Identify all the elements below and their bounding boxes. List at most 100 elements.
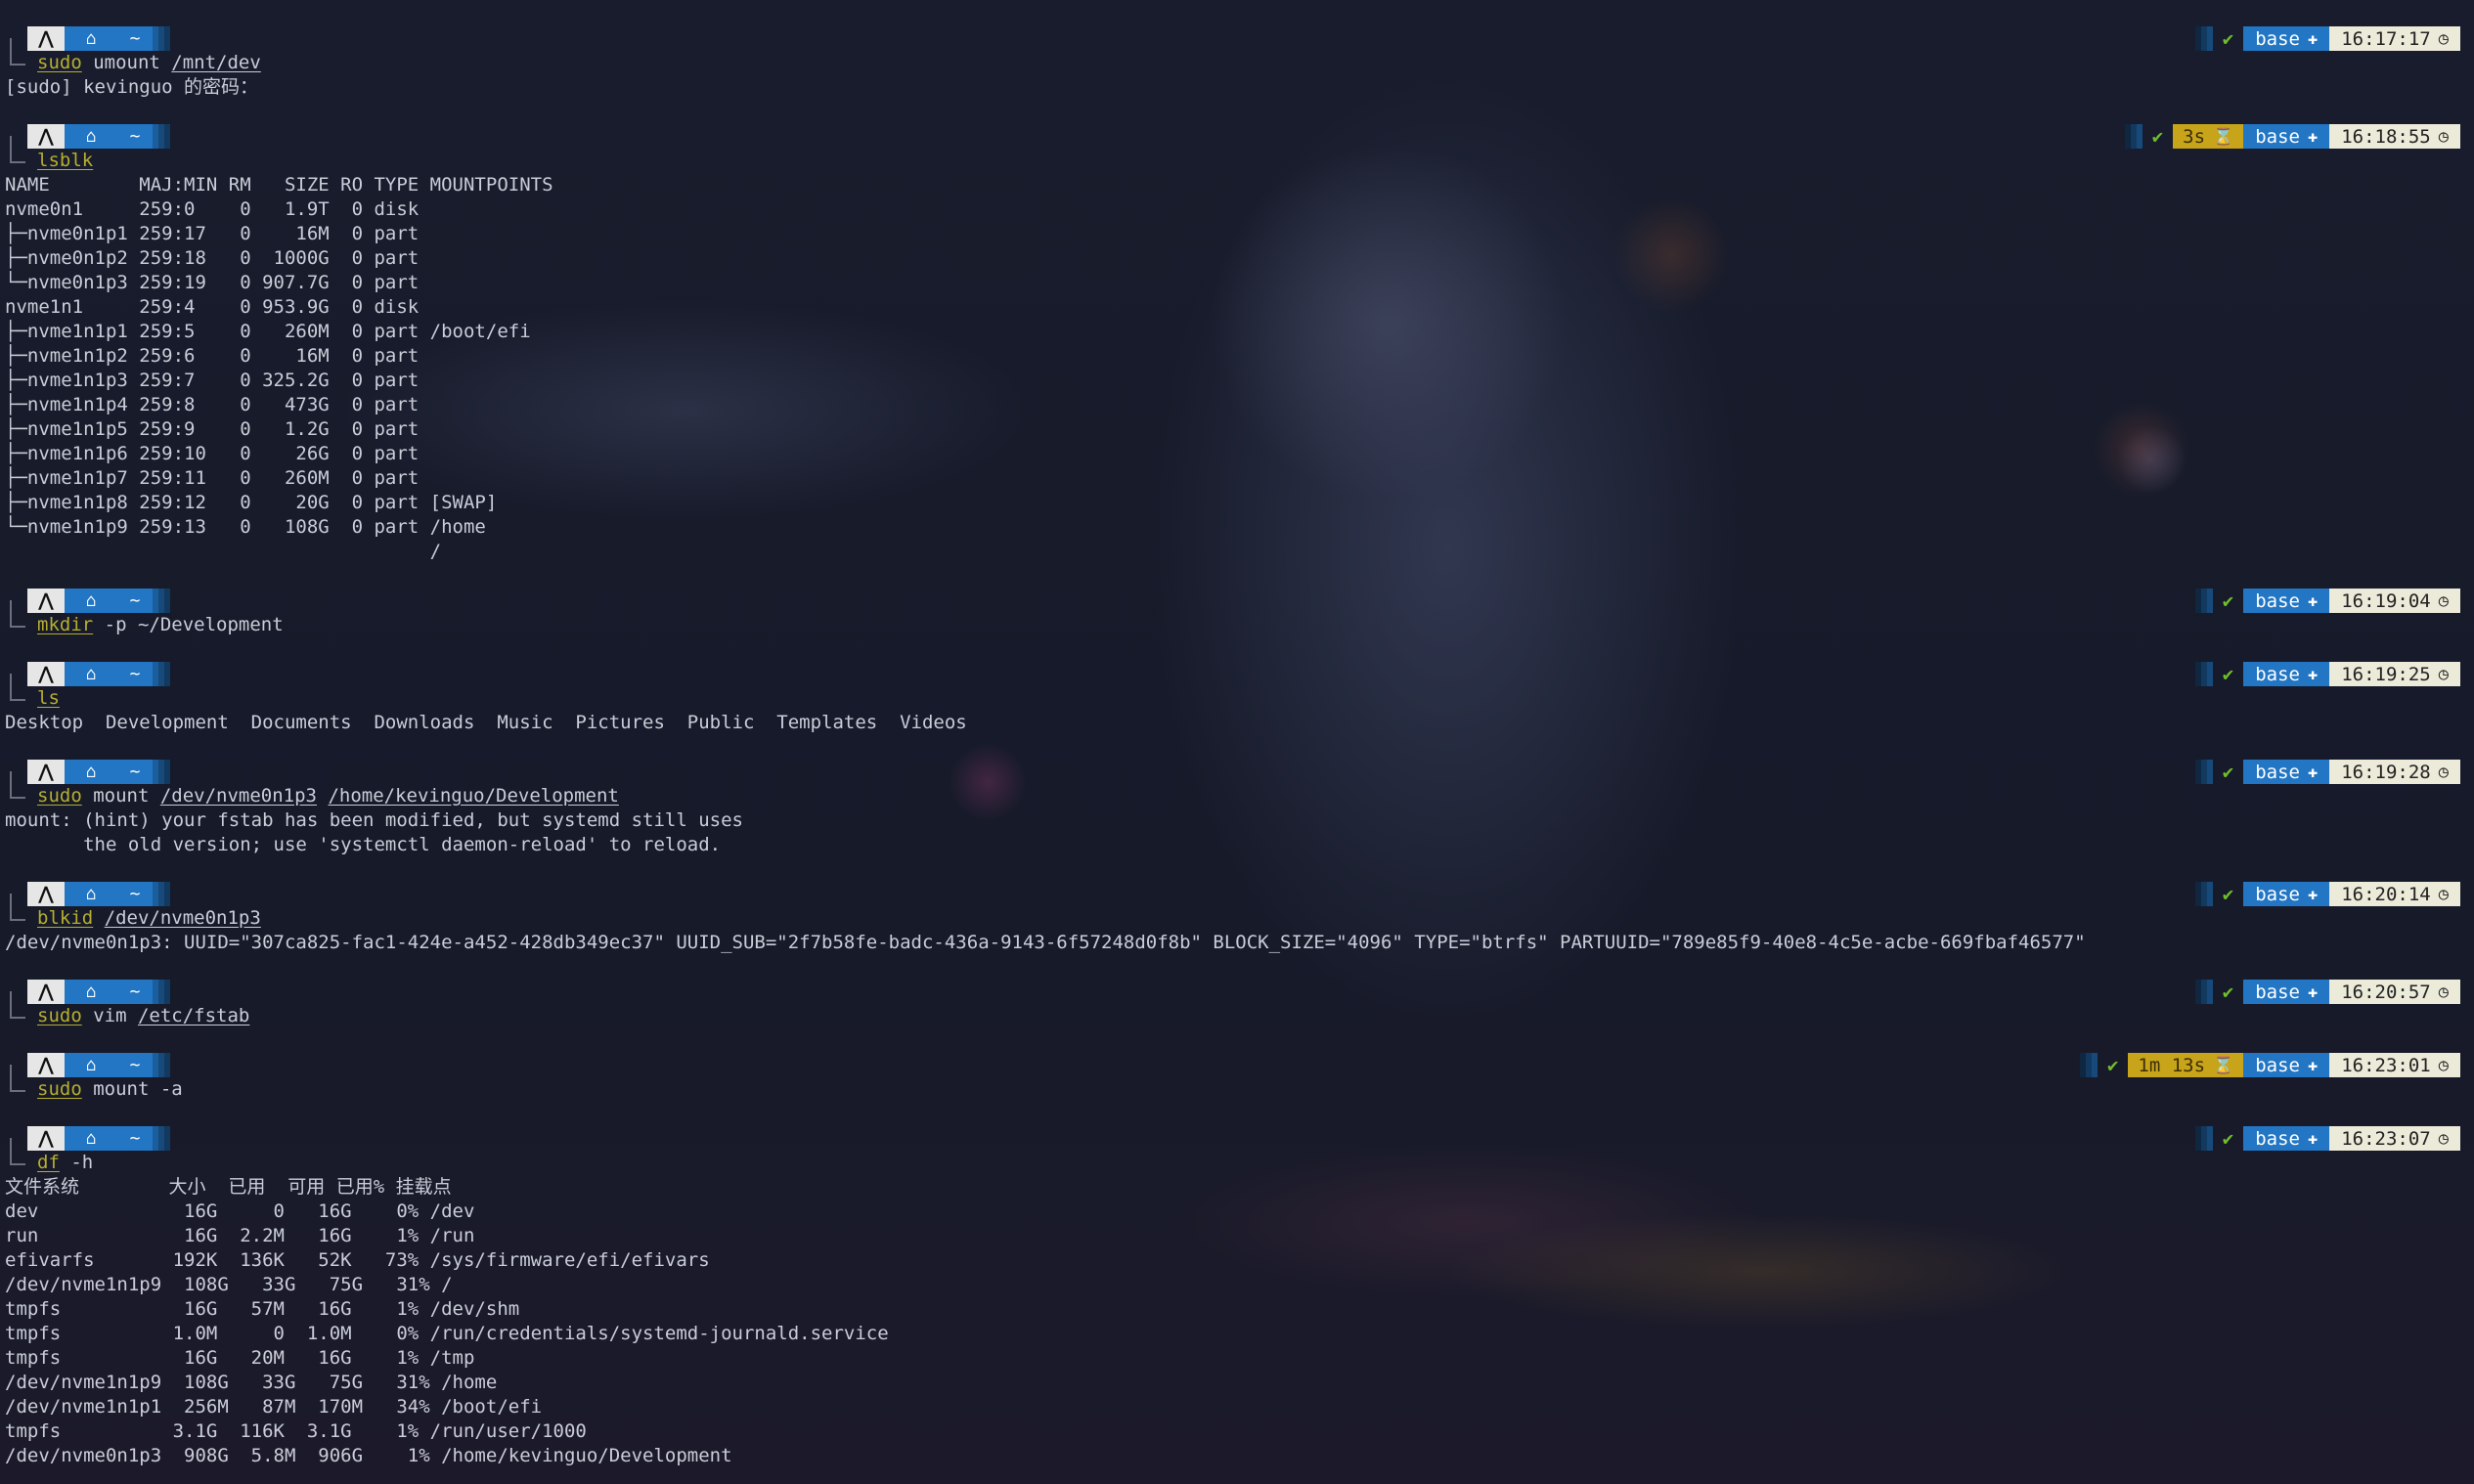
command-block: ⋀ ⌂ ~ ✔ 3s ⌛ base ✚ 16:18:55 ◷ lsblk NAME MAJ:MIN R… [0, 124, 2474, 564]
status-ok-icon: ✔ [2106, 1054, 2119, 1076]
time-text: 16:20:14 [2341, 883, 2431, 905]
command-line[interactable]: sudo mount /dev/nvme0n1p3 /home/kevinguo… [37, 784, 619, 808]
left-prompt: ⋀ ⌂ ~ [27, 980, 170, 1004]
home-icon: ⌂ [65, 124, 117, 149]
command-block: ⋀ ⌂ ~ ✔ 1m 13s ⌛ base ✚ 16:23:01 ◷ sudo mount -a [0, 1053, 2474, 1102]
output-line: ├─nvme1n1p6 259:10 0 26G 0 part [5, 443, 420, 464]
conda-env-name: base [2255, 125, 2300, 148]
right-prompt: ✔ base ✚ 16:20:14 ◷ [2194, 882, 2460, 906]
path-argument: /dev/nvme0n1p3 [159, 785, 317, 807]
conda-env-badge: base ✚ [2243, 1053, 2330, 1077]
hourglass-icon: ⌛ [2213, 1055, 2234, 1075]
output-line: /dev/nvme0n1p3 908G 5.8M 906G 1% /home/k… [5, 1445, 732, 1466]
os-icon: ⋀ [27, 760, 65, 784]
os-icon: ⋀ [27, 1053, 65, 1077]
output-line: 文件系统 大小 已用 可用 已用% 挂载点 [5, 1176, 452, 1198]
right-prompt: ✔ base ✚ 16:20:57 ◷ [2194, 980, 2460, 1004]
output-line: /dev/nvme1n1p1 256M 87M 170M 34% /boot/e… [5, 1396, 543, 1418]
output-line: /dev/nvme1n1p9 108G 33G 75G 31% /home [5, 1372, 498, 1393]
clock-icon: ◷ [2438, 590, 2449, 611]
command-argument: vim [81, 1005, 138, 1026]
command-block: ⋀ ⌂ ~ ✔ base ✚ 16:19:25 ◷ ls Desktop Development … [0, 662, 2474, 735]
status-ok-icon: ✔ [2222, 883, 2234, 905]
home-icon: ⌂ [65, 26, 117, 51]
right-prompt: ✔ base ✚ 16:19:04 ◷ [2194, 589, 2460, 613]
time-text: 16:20:57 [2341, 981, 2431, 1003]
os-icon: ⋀ [27, 124, 65, 149]
left-prompt: ⋀ ⌂ ~ [27, 1053, 170, 1077]
prompt-connector [10, 38, 25, 65]
clock-icon: ◷ [2438, 28, 2449, 49]
command-argument: -p ~/Development [93, 614, 284, 635]
command-name: df [37, 1152, 60, 1173]
output-line: dev 16G 0 16G 0% /dev [5, 1200, 475, 1222]
conda-env-name: base [2255, 761, 2300, 783]
output-line: ├─nvme0n1p1 259:17 0 16M 0 part [5, 223, 420, 244]
conda-env-badge: base ✚ [2243, 1126, 2330, 1151]
left-prompt: ⋀ ⌂ ~ [27, 882, 170, 906]
conda-env-badge: base ✚ [2243, 882, 2330, 906]
time-badge: 16:23:01 ◷ [2329, 1053, 2460, 1077]
command-line[interactable]: lsblk [37, 149, 93, 173]
command-name: ls [37, 687, 60, 709]
output-line: ├─nvme1n1p3 259:7 0 325.2G 0 part [5, 370, 420, 391]
os-icon: ⋀ [27, 882, 65, 906]
conda-env-badge: base ✚ [2243, 26, 2330, 51]
os-icon: ⋀ [27, 1126, 65, 1151]
prompt-connector [10, 600, 25, 628]
hourglass-icon: ⌛ [2213, 126, 2234, 147]
conda-env-name: base [2255, 27, 2300, 50]
conda-env-badge: base ✚ [2243, 662, 2330, 686]
command-argument: mount -a [81, 1078, 183, 1100]
output-line: mount: (hint) your fstab has been modifi… [5, 809, 743, 831]
left-prompt: ⋀ ⌂ ~ [27, 1126, 170, 1151]
python-icon: ✚ [2307, 982, 2319, 1002]
command-line[interactable]: sudo vim /etc/fstab [37, 1004, 249, 1028]
python-icon: ✚ [2307, 126, 2319, 147]
command-line[interactable]: sudo umount /mnt/dev [37, 51, 261, 75]
output-line: ├─nvme1n1p4 259:8 0 473G 0 part [5, 394, 420, 415]
output-line: ├─nvme0n1p2 259:18 0 1000G 0 part [5, 247, 420, 269]
command-line[interactable]: blkid /dev/nvme0n1p3 [37, 906, 261, 931]
home-icon: ⌂ [65, 662, 117, 686]
command-argument [317, 785, 328, 807]
home-icon: ⌂ [65, 1053, 117, 1077]
time-badge: 16:19:28 ◷ [2329, 760, 2460, 784]
duration-text: 1m 13s [2138, 1054, 2206, 1076]
command-argument: umount [81, 52, 172, 73]
right-prompt: ✔ 1m 13s ⌛ base ✚ 16:23:01 ◷ [2079, 1053, 2460, 1077]
prompt-directory: ~ [117, 1053, 153, 1077]
duration-badge: 1m 13s ⌛ [2128, 1053, 2244, 1077]
command-line[interactable]: df -h [37, 1151, 93, 1175]
output-line: nvme0n1 259:0 0 1.9T 0 disk [5, 198, 420, 220]
output-line: / [5, 541, 442, 562]
command-block: ⋀ ⌂ ~ ✔ base ✚ 16:17:17 ◷ sudo umount /mnt/dev [s… [0, 26, 2474, 100]
prompt-directory: ~ [117, 760, 153, 784]
right-prompt: ✔ base ✚ 16:19:28 ◷ [2194, 760, 2460, 784]
prompt-connector [10, 894, 25, 921]
output-line: run 16G 2.2M 16G 1% /run [5, 1225, 475, 1246]
command-block: ⋀ ⌂ ~ ✔ base ✚ 16:23:07 ◷ df -h 文件系统 大小 已用 可用 已用%… [0, 1126, 2474, 1468]
status-ok-icon: ✔ [2222, 981, 2234, 1003]
conda-env-badge: base ✚ [2243, 589, 2330, 613]
command-block: ⋀ ⌂ ~ ✔ base ✚ 16:19:04 ◷ mkdir -p ~/Development [0, 589, 2474, 637]
time-badge: 16:23:07 ◷ [2329, 1126, 2460, 1151]
home-icon: ⌂ [65, 760, 117, 784]
command-line[interactable]: sudo mount -a [37, 1077, 183, 1102]
prompt-connector [10, 674, 25, 701]
command-name: sudo [37, 1078, 82, 1100]
conda-env-badge: base ✚ [2243, 760, 2330, 784]
command-line[interactable]: ls [37, 686, 60, 711]
prompt-connector [10, 136, 25, 163]
output-line: └─nvme0n1p3 259:19 0 907.7G 0 part [5, 272, 420, 293]
time-badge: 16:20:57 ◷ [2329, 980, 2460, 1004]
left-prompt: ⋀ ⌂ ~ [27, 662, 170, 686]
conda-env-name: base [2255, 589, 2300, 612]
time-badge: 16:17:17 ◷ [2329, 26, 2460, 51]
prompt-directory: ~ [117, 882, 153, 906]
output-line: /dev/nvme1n1p9 108G 33G 75G 31% / [5, 1274, 453, 1295]
time-badge: 16:19:25 ◷ [2329, 662, 2460, 686]
prompt-connector [10, 991, 25, 1019]
time-badge: 16:19:04 ◷ [2329, 589, 2460, 613]
command-line[interactable]: mkdir -p ~/Development [37, 613, 284, 637]
